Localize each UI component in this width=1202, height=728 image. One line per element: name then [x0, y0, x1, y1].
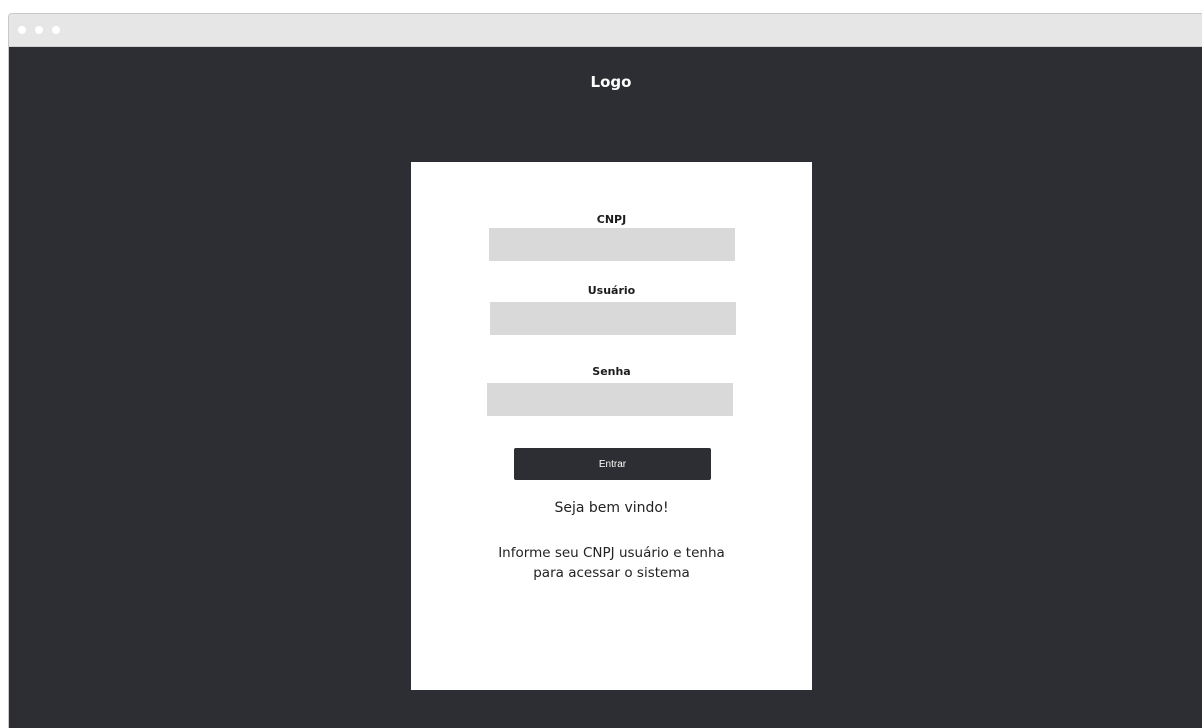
instructions-line-2: para acessar o sistema: [533, 565, 690, 581]
window-control-dot-icon[interactable]: [35, 26, 43, 34]
cnpj-input[interactable]: [489, 228, 735, 261]
page-content: Logo CNPJ Usuário Senha Entrar Seja bem …: [9, 47, 1202, 728]
window-titlebar: [9, 14, 1202, 47]
senha-label: Senha: [592, 365, 631, 378]
welcome-message: Seja bem vindo!: [554, 500, 669, 516]
login-card: CNPJ Usuário Senha Entrar Seja bem vindo…: [411, 162, 812, 690]
browser-window: Logo CNPJ Usuário Senha Entrar Seja bem …: [8, 13, 1202, 728]
entrar-button[interactable]: Entrar: [514, 448, 711, 480]
cnpj-label: CNPJ: [596, 213, 627, 226]
usuario-label: Usuário: [587, 284, 636, 297]
logo: Logo: [590, 73, 632, 91]
window-control-dot-icon[interactable]: [52, 26, 60, 34]
senha-input[interactable]: [487, 383, 733, 416]
instructions-text: Informe seu CNPJ usuário e tenha para ac…: [461, 543, 762, 583]
window-control-dot-icon[interactable]: [18, 26, 26, 34]
usuario-input[interactable]: [490, 302, 736, 335]
instructions-line-1: Informe seu CNPJ usuário e tenha: [498, 545, 725, 561]
